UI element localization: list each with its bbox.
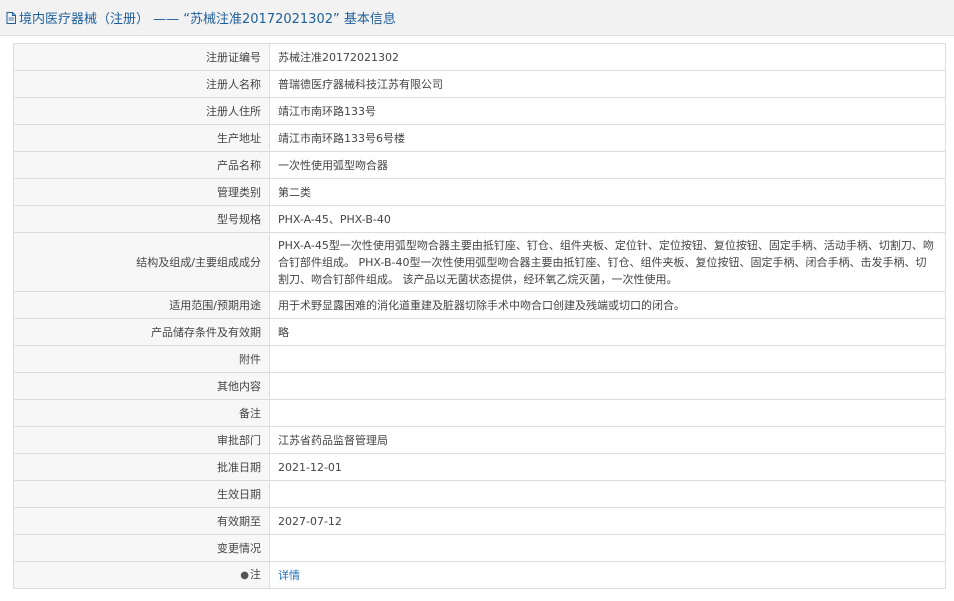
field-value: 苏械注准20172021302 bbox=[269, 43, 946, 71]
field-value: 普瑞德医疗器械科技江苏有限公司 bbox=[269, 70, 946, 98]
field-label: 管理类别 bbox=[13, 178, 270, 206]
table-row: 产品名称 一次性使用弧型吻合器 bbox=[13, 151, 946, 179]
field-value: 2021-12-01 bbox=[269, 453, 946, 481]
table-row: 适用范围/预期用途 用于术野显露困难的消化道重建及脏器切除手术中吻合口创建及残端或… bbox=[13, 291, 946, 319]
page-title: 境内医疗器械（注册） —— “苏械注准20172021302” 基本信息 bbox=[19, 12, 396, 27]
field-value: 略 bbox=[269, 318, 946, 346]
field-label: 结构及组成/主要组成成分 bbox=[13, 232, 270, 292]
field-label: 产品储存条件及有效期 bbox=[13, 318, 270, 346]
field-label: 型号规格 bbox=[13, 205, 270, 233]
field-label: 审批部门 bbox=[13, 426, 270, 454]
field-value: 靖江市南环路133号 bbox=[269, 97, 946, 125]
info-panel: 注册证编号 苏械注准20172021302 注册人名称 普瑞德医疗器械科技江苏有限公司… bbox=[13, 43, 946, 589]
table-row: 注册人名称 普瑞德医疗器械科技江苏有限公司 bbox=[13, 70, 946, 98]
field-label: 产品名称 bbox=[13, 151, 270, 179]
field-value bbox=[269, 372, 946, 400]
info-table: 注册证编号 苏械注准20172021302 注册人名称 普瑞德医疗器械科技江苏有限公司… bbox=[13, 43, 946, 589]
table-row: 型号规格 PHX-A-45、PHX-B-40 bbox=[13, 205, 946, 233]
field-value: 靖江市南环路133号6号楼 bbox=[269, 124, 946, 152]
map-pin-icon: ● bbox=[240, 570, 249, 581]
field-value: PHX-A-45型一次性使用弧型吻合器主要由抵钉座、钉仓、组件夹板、定位针、定位… bbox=[269, 232, 946, 292]
field-value: 2027-07-12 bbox=[269, 507, 946, 535]
field-value bbox=[269, 480, 946, 508]
field-label: 注册证编号 bbox=[13, 43, 270, 71]
table-row: 注册证编号 苏械注准20172021302 bbox=[13, 43, 946, 71]
note-label-cell: ●注 bbox=[13, 561, 270, 589]
table-row: 其他内容 bbox=[13, 372, 946, 400]
field-label: 生效日期 bbox=[13, 480, 270, 508]
field-value: 用于术野显露困难的消化道重建及脏器切除手术中吻合口创建及残端或切口的闭合。 bbox=[269, 291, 946, 319]
field-label: 有效期至 bbox=[13, 507, 270, 535]
note-label: 注 bbox=[250, 568, 261, 581]
field-value bbox=[269, 399, 946, 427]
field-label: 备注 bbox=[13, 399, 270, 427]
table-row: 产品储存条件及有效期略 bbox=[13, 318, 946, 346]
field-label: 注册人名称 bbox=[13, 70, 270, 98]
table-row: 生效日期 bbox=[13, 480, 946, 508]
field-label: 附件 bbox=[13, 345, 270, 373]
table-row: 审批部门 江苏省药品监督管理局 bbox=[13, 426, 946, 454]
document-icon bbox=[6, 11, 16, 24]
field-label: 生产地址 bbox=[13, 124, 270, 152]
field-label: 批准日期 bbox=[13, 453, 270, 481]
field-label: 变更情况 bbox=[13, 534, 270, 562]
note-value-cell: 详情 bbox=[269, 561, 946, 589]
field-label: 注册人住所 bbox=[13, 97, 270, 125]
table-row: 批准日期 2021-12-01 bbox=[13, 453, 946, 481]
table-row: 变更情况 bbox=[13, 534, 946, 562]
field-value bbox=[269, 345, 946, 373]
table-row: 附件 bbox=[13, 345, 946, 373]
table-row: 备注 bbox=[13, 399, 946, 427]
table-row: 注册人住所 靖江市南环路133号 bbox=[13, 97, 946, 125]
table-row-note: ●注 详情 bbox=[13, 561, 946, 589]
field-label: 适用范围/预期用途 bbox=[13, 291, 270, 319]
field-value bbox=[269, 534, 946, 562]
page-header: 境内医疗器械（注册） —— “苏械注准20172021302” 基本信息 bbox=[0, 0, 954, 36]
field-value: 一次性使用弧型吻合器 bbox=[269, 151, 946, 179]
table-row: 生产地址 靖江市南环路133号6号楼 bbox=[13, 124, 946, 152]
table-row: 有效期至 2027-07-12 bbox=[13, 507, 946, 535]
field-value: 第二类 bbox=[269, 178, 946, 206]
field-value: 江苏省药品监督管理局 bbox=[269, 426, 946, 454]
field-value: PHX-A-45、PHX-B-40 bbox=[269, 205, 946, 233]
field-label: 其他内容 bbox=[13, 372, 270, 400]
details-link[interactable]: 详情 bbox=[278, 569, 300, 582]
table-row: 管理类别 第二类 bbox=[13, 178, 946, 206]
table-row: 结构及组成/主要组成成分 PHX-A-45型一次性使用弧型吻合器主要由抵钉座、钉仓… bbox=[13, 232, 946, 292]
